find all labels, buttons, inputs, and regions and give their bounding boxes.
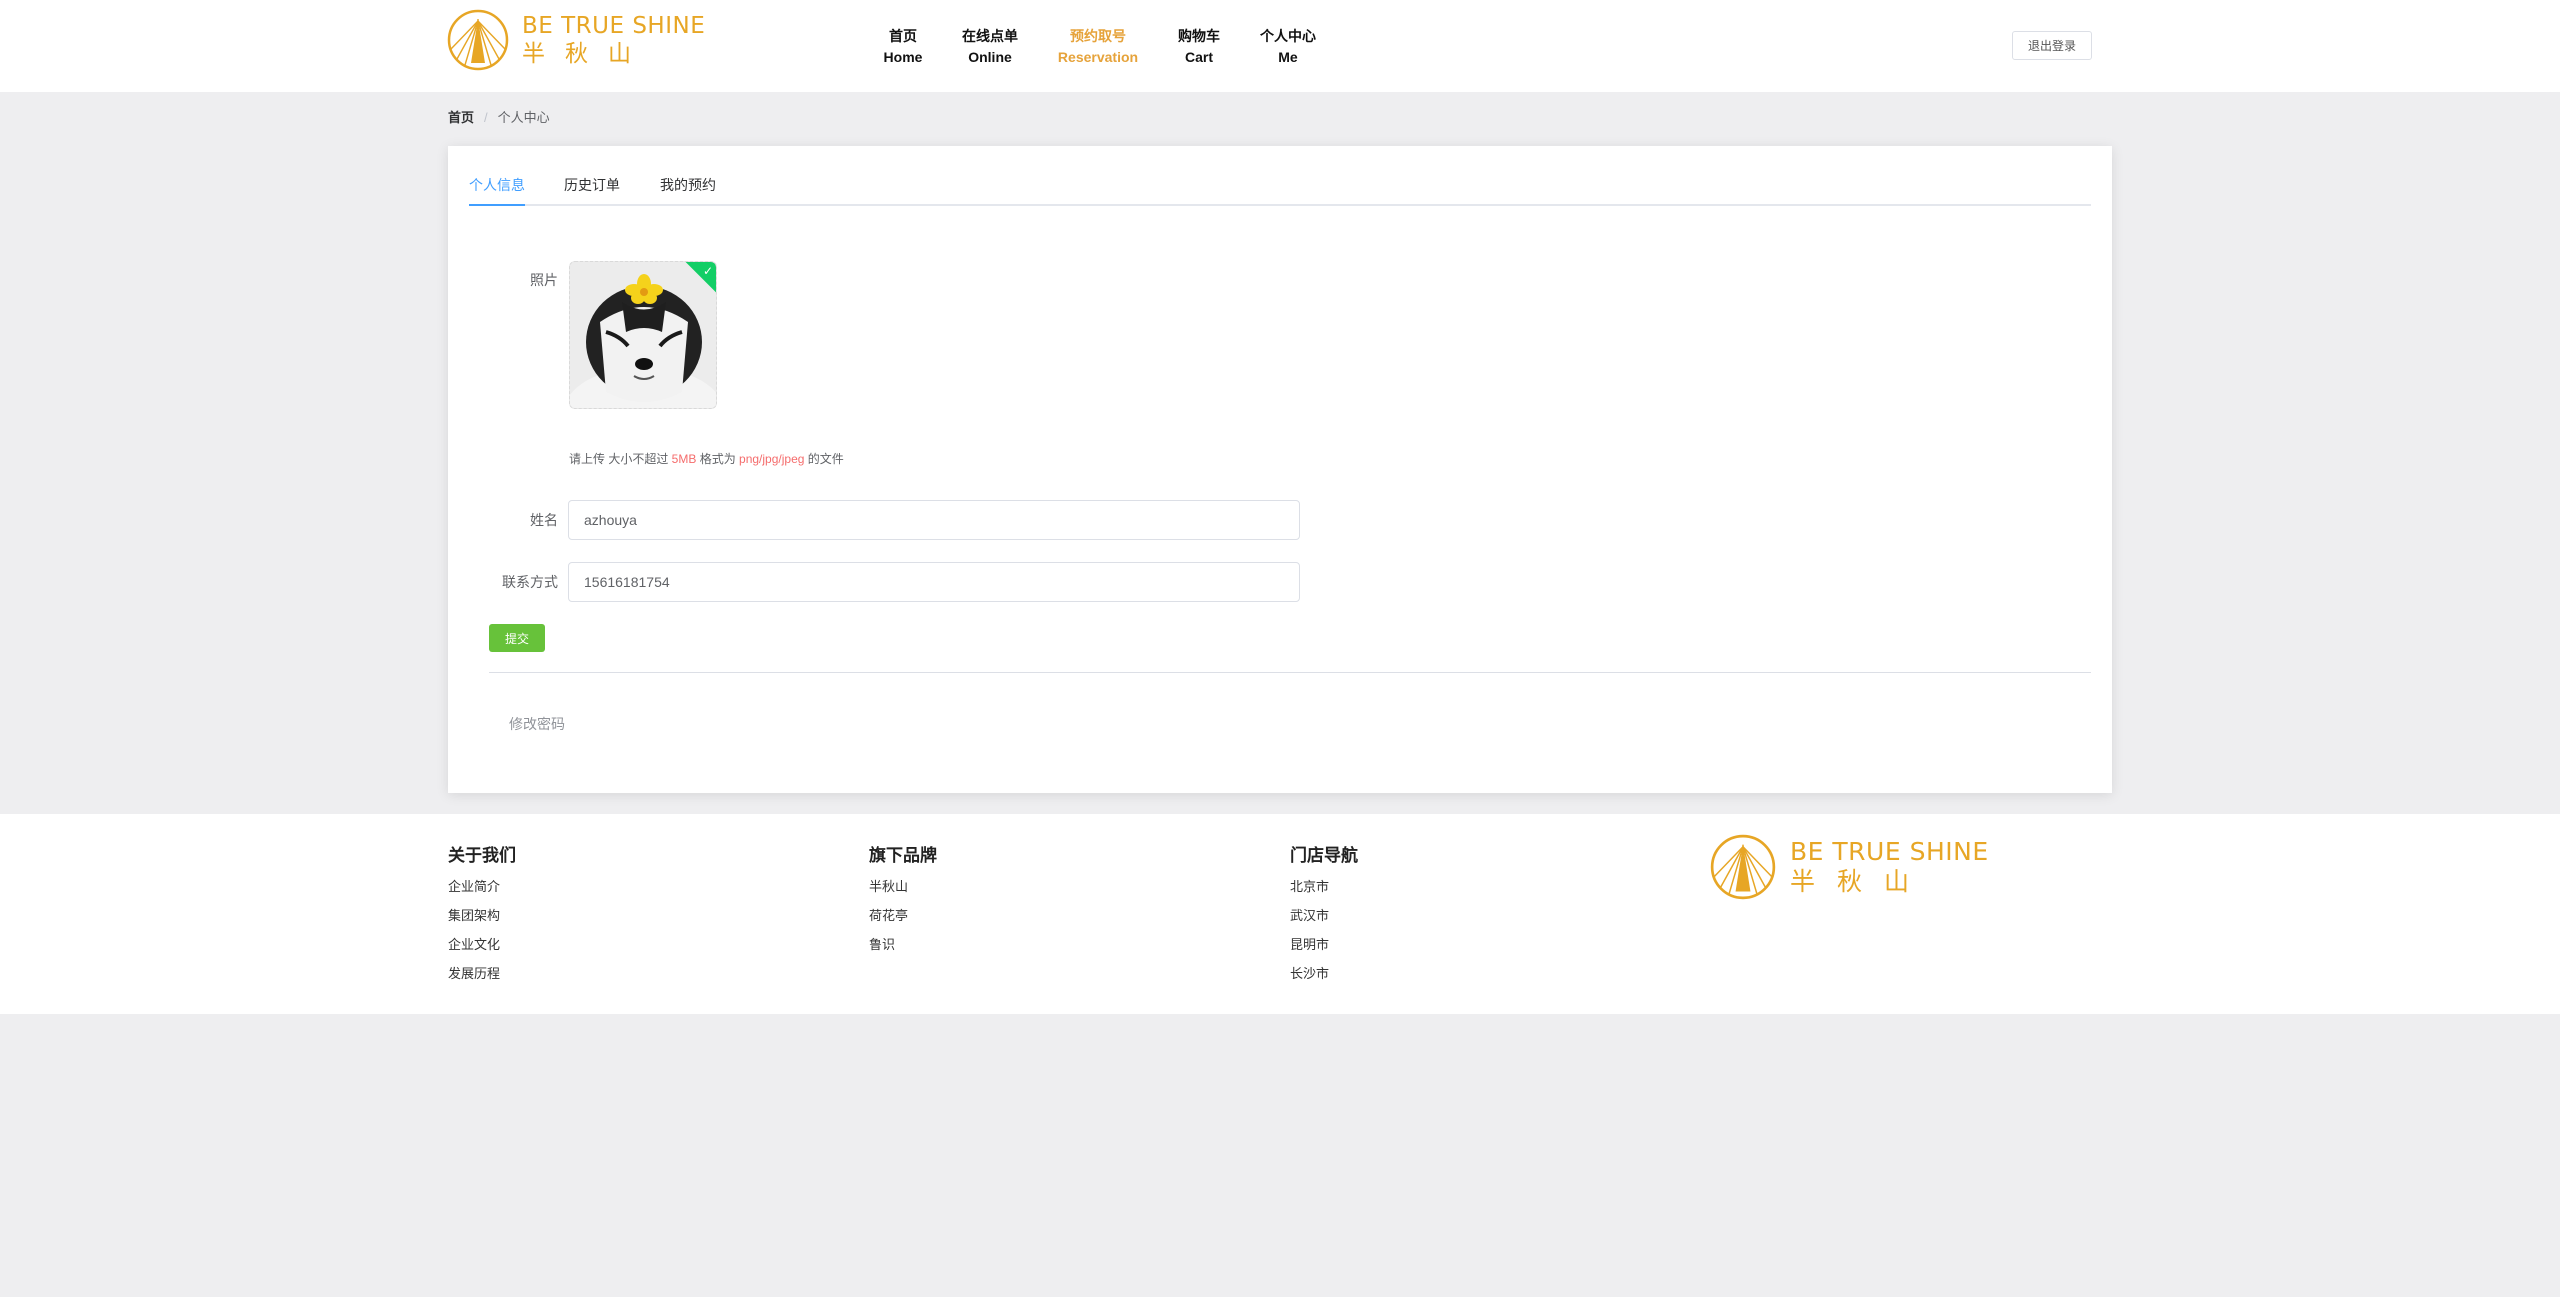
footer-col-stores: 门店导航 北京市 武汉市 昆明市 长沙市 xyxy=(1290,844,1358,988)
footer-link[interactable]: 长沙市 xyxy=(1290,959,1358,988)
upload-tip: 请上传 大小不超过 5MB 格式为 png/jpg/jpeg 的文件 xyxy=(569,450,844,467)
footer-brand-name-cn: 半秋山 xyxy=(1790,867,1932,896)
footer-col-title: 门店导航 xyxy=(1290,846,1358,865)
upload-tip-prefix: 请上传 大小不超过 xyxy=(569,452,672,466)
profile-card: 个人信息 历史订单 我的预约 照片 ✓ 请上传 大小不超过 5MB 格式为 pn… xyxy=(448,146,2112,793)
footer-col-brands: 旗下品牌 半秋山 荷花亭 鲁识 xyxy=(869,844,937,959)
nav-item-reservation-en: Reservation xyxy=(1057,49,1139,65)
form-divider xyxy=(489,672,2091,673)
nav-item-reservation-cn: 预约取号 xyxy=(1070,28,1126,44)
photo-label: 照片 xyxy=(530,272,558,288)
nav-item-online-en: Online xyxy=(968,49,1012,65)
footer-brand-name-en: BE TRUE SHINE xyxy=(1790,837,1989,866)
check-icon: ✓ xyxy=(702,264,713,278)
tab-active-indicator xyxy=(469,204,525,206)
logout-button[interactable]: 退出登录 xyxy=(2012,31,2092,60)
footer-link[interactable]: 发展历程 xyxy=(448,959,516,988)
footer-link[interactable]: 昆明市 xyxy=(1290,930,1358,959)
brand-name-en: BE TRUE SHINE xyxy=(522,13,706,39)
nav-item-me-en: Me xyxy=(1278,49,1298,65)
submit-button[interactable]: 提交 xyxy=(489,624,545,652)
breadcrumb-separator: / xyxy=(484,110,488,125)
footer-link[interactable]: 鲁识 xyxy=(869,930,937,959)
name-input[interactable] xyxy=(568,500,1300,540)
upload-tip-middle: 格式为 xyxy=(696,452,740,466)
upload-tip-formats: png/jpg/jpeg xyxy=(739,452,805,466)
nav-item-home-cn: 首页 xyxy=(889,28,917,44)
footer-link[interactable]: 荷花亭 xyxy=(869,901,937,930)
upload-tip-size: 5MB xyxy=(671,452,697,466)
footer-link[interactable]: 企业文化 xyxy=(448,930,516,959)
footer-link[interactable]: 企业简介 xyxy=(448,872,516,901)
contact-input[interactable] xyxy=(568,562,1300,602)
profile-tabs: 个人信息 历史订单 我的预约 xyxy=(469,146,2091,206)
nav-item-me[interactable]: 个人中心 Me xyxy=(1260,26,1316,68)
footer-link[interactable]: 北京市 xyxy=(1290,872,1358,901)
footer-link[interactable]: 武汉市 xyxy=(1290,901,1358,930)
tab-personal-info[interactable]: 个人信息 xyxy=(469,175,525,195)
breadcrumb-home[interactable]: 首页 xyxy=(448,109,474,127)
upload-tip-suffix: 的文件 xyxy=(804,452,844,466)
nav-item-online-cn: 在线点单 xyxy=(962,28,1018,44)
footer: 关于我们 企业简介 集团架构 企业文化 发展历程 旗下品牌 半秋山 荷花亭 鲁识… xyxy=(0,814,2560,1014)
avatar-photo xyxy=(570,262,716,408)
nav-item-home[interactable]: 首页 Home xyxy=(884,26,923,68)
avatar-uploader[interactable]: ✓ xyxy=(569,261,717,409)
tab-my-reservations[interactable]: 我的预约 xyxy=(660,175,716,195)
footer-brand-logo: BE TRUE SHINE 半秋山 xyxy=(1710,832,2020,902)
brand-logo[interactable]: BE TRUE SHINE 半秋山 xyxy=(447,9,737,71)
nav-item-cart[interactable]: 购物车 Cart xyxy=(1178,26,1220,68)
footer-col-title: 旗下品牌 xyxy=(869,846,937,865)
footer-link[interactable]: 半秋山 xyxy=(869,872,937,901)
top-header: BE TRUE SHINE 半秋山 首页 Home 在线点单 Online 预约… xyxy=(0,0,2560,92)
tab-order-history[interactable]: 历史订单 xyxy=(564,175,620,195)
footer-col-about: 关于我们 企业简介 集团架构 企业文化 发展历程 xyxy=(448,844,516,988)
nav-item-me-cn: 个人中心 xyxy=(1260,28,1316,44)
nav-item-cart-cn: 购物车 xyxy=(1178,28,1220,44)
change-password-link[interactable]: 修改密码 xyxy=(509,714,565,734)
name-label: 姓名 xyxy=(530,512,558,528)
nav-item-reservation[interactable]: 预约取号 Reservation xyxy=(1058,26,1138,68)
nav-item-home-en: Home xyxy=(883,49,923,65)
nav-item-cart-en: Cart xyxy=(1184,49,1213,65)
footer-col-title: 关于我们 xyxy=(448,846,516,865)
sun-logo-icon xyxy=(1710,834,1776,900)
breadcrumb: 首页 / 个人中心 xyxy=(448,109,550,127)
breadcrumb-current: 个人中心 xyxy=(497,110,550,125)
brand-name-cn: 半秋山 xyxy=(522,41,651,67)
nav-item-online[interactable]: 在线点单 Online xyxy=(962,26,1018,68)
contact-label: 联系方式 xyxy=(502,574,558,590)
sun-logo-icon xyxy=(447,9,509,71)
footer-link[interactable]: 集团架构 xyxy=(448,901,516,930)
